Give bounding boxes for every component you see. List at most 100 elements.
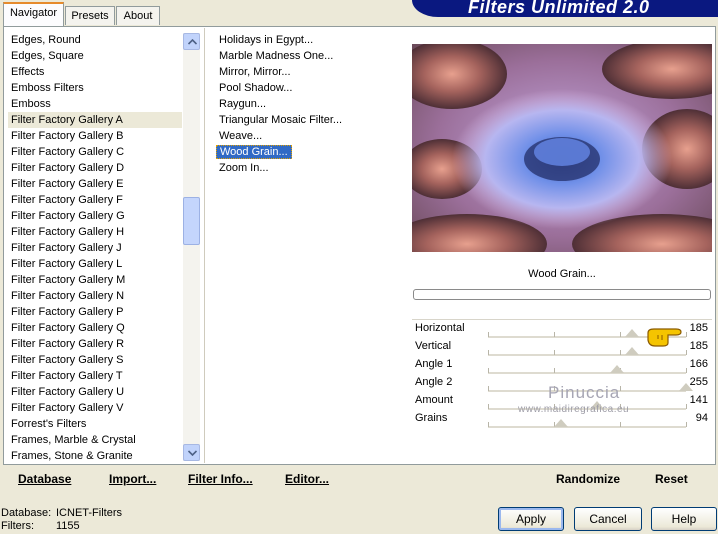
filter-item-label: Wood Grain... xyxy=(216,145,292,159)
category-item[interactable]: Edges, Round xyxy=(8,32,182,48)
category-item[interactable]: Filter Factory Gallery D xyxy=(8,160,182,176)
category-item[interactable]: Filter Factory Gallery L xyxy=(8,256,182,272)
tab-presets[interactable]: Presets xyxy=(65,6,115,25)
category-item[interactable]: Filter Factory Gallery J xyxy=(8,240,182,256)
category-item[interactable]: Filter Factory Gallery E xyxy=(8,176,182,192)
scroll-up-button[interactable] xyxy=(183,33,200,50)
slider-tick xyxy=(620,332,621,337)
slider-tick xyxy=(554,368,555,373)
slider-tick xyxy=(554,332,555,337)
category-list[interactable]: Edges, Round Edges, Square Effects Emboss F… xyxy=(8,32,182,464)
app-header-banner: Filters Unlimited 2.0 xyxy=(412,0,718,17)
param-slider-thumb[interactable] xyxy=(553,419,568,427)
slider-tick xyxy=(686,350,687,355)
filter-item[interactable]: Weave... xyxy=(216,128,406,144)
param-label: Amount xyxy=(415,394,453,406)
filter-list[interactable]: Holidays in Egypt... Marble Madness One..… xyxy=(216,32,406,176)
filter-item-label: Holidays in Egypt... xyxy=(219,34,314,46)
editor-button[interactable]: Editor... xyxy=(285,472,329,486)
category-item[interactable]: Filter Factory Gallery B xyxy=(8,128,182,144)
category-item[interactable]: Filter Factory Gallery G xyxy=(8,208,182,224)
category-item[interactable]: Frames, Stone & Granite xyxy=(8,448,182,464)
filter-item[interactable]: Zoom In... xyxy=(216,160,406,176)
category-item[interactable]: Filter Factory Gallery A xyxy=(8,112,182,128)
import-button[interactable]: Import... xyxy=(109,472,156,486)
filter-item[interactable]: Marble Madness One... xyxy=(216,48,406,64)
database-label: Database: xyxy=(1,507,52,519)
slider-tick xyxy=(686,368,687,373)
category-item[interactable]: Filter Factory Gallery T xyxy=(8,368,182,384)
category-item[interactable]: Filter Factory Gallery Q xyxy=(8,320,182,336)
category-item[interactable]: Edges, Square xyxy=(8,48,182,64)
filter-item[interactable]: Holidays in Egypt... xyxy=(216,32,406,48)
category-item[interactable]: Emboss xyxy=(8,96,182,112)
param-slider-track[interactable] xyxy=(488,426,686,428)
apply-button[interactable]: Apply xyxy=(498,507,564,531)
category-scrollbar[interactable] xyxy=(183,33,200,461)
filter-item-label: Pool Shadow... xyxy=(219,82,293,94)
chevron-up-icon xyxy=(188,39,197,45)
category-item[interactable]: Forrest's Filters xyxy=(8,416,182,432)
slider-tick xyxy=(488,386,489,391)
filter-info-button[interactable]: Filter Info... xyxy=(188,472,253,486)
filter-item[interactable]: Raygun... xyxy=(216,96,406,112)
filter-item-label: Mirror, Mirror... xyxy=(219,66,291,78)
category-item[interactable]: Filter Factory Gallery R xyxy=(8,336,182,352)
pointing-hand-icon xyxy=(647,328,682,347)
filter-item-label: Triangular Mosaic Filter... xyxy=(219,114,343,126)
help-button[interactable]: Help xyxy=(651,507,717,531)
category-item[interactable]: Emboss Filters xyxy=(8,80,182,96)
list-divider xyxy=(204,28,205,463)
param-label: Angle 1 xyxy=(415,358,453,370)
randomize-button[interactable]: Randomize xyxy=(556,472,620,486)
tab-navigator[interactable]: Navigator xyxy=(3,2,64,26)
category-item[interactable]: Filter Factory Gallery N xyxy=(8,288,182,304)
category-item[interactable]: Filter Factory Gallery M xyxy=(8,272,182,288)
database-button[interactable]: Database xyxy=(18,472,71,486)
slider-tick xyxy=(620,422,621,427)
selected-filter-name: Wood Grain... xyxy=(528,268,596,280)
filters-count-label: Filters: xyxy=(1,520,34,532)
filters-count-value: 1155 xyxy=(56,520,80,532)
category-item[interactable]: Filter Factory Gallery F xyxy=(8,192,182,208)
filter-item-label: Zoom In... xyxy=(219,162,269,174)
param-separator xyxy=(412,319,712,320)
tab-about[interactable]: About xyxy=(116,6,160,25)
category-item[interactable]: Effects xyxy=(8,64,182,80)
param-slider-thumb[interactable] xyxy=(624,347,639,355)
param-label: Angle 2 xyxy=(415,376,453,388)
param-value: 166 xyxy=(689,358,708,370)
filter-item-label: Marble Madness One... xyxy=(219,50,334,62)
filter-item[interactable]: Wood Grain... xyxy=(216,144,406,160)
category-item[interactable]: Frames, Marble & Crystal xyxy=(8,432,182,448)
category-item[interactable]: Filter Factory Gallery U xyxy=(8,384,182,400)
progress-bar xyxy=(413,289,711,300)
slider-tick xyxy=(620,350,621,355)
slider-tick xyxy=(488,350,489,355)
filter-preview-image xyxy=(412,44,712,252)
database-value: ICNET-Filters xyxy=(56,507,122,519)
slider-tick xyxy=(686,422,687,427)
scroll-down-button[interactable] xyxy=(183,444,200,461)
cancel-button[interactable]: Cancel xyxy=(574,507,642,531)
reset-button[interactable]: Reset xyxy=(655,472,688,486)
category-item[interactable]: Filter Factory Gallery S xyxy=(8,352,182,368)
scroll-thumb[interactable] xyxy=(183,197,200,245)
param-label: Grains xyxy=(415,412,448,424)
filter-item-label: Raygun... xyxy=(219,98,267,110)
param-slider-thumb[interactable] xyxy=(609,365,624,373)
param-value: 185 xyxy=(689,322,708,334)
category-item[interactable]: Filter Factory Gallery H xyxy=(8,224,182,240)
category-item[interactable]: Filter Factory Gallery C xyxy=(8,144,182,160)
param-slider-thumb[interactable] xyxy=(624,329,639,337)
app-title: Filters Unlimited 2.0 xyxy=(468,0,650,17)
chevron-down-icon xyxy=(188,450,197,456)
category-item[interactable]: Filter Factory Gallery P xyxy=(8,304,182,320)
param-value: 185 xyxy=(689,340,708,352)
filter-item[interactable]: Triangular Mosaic Filter... xyxy=(216,112,406,128)
filter-item[interactable]: Pool Shadow... xyxy=(216,80,406,96)
category-item[interactable]: Filter Factory Gallery V xyxy=(8,400,182,416)
param-label: Horizontal xyxy=(415,322,465,334)
filter-item[interactable]: Mirror, Mirror... xyxy=(216,64,406,80)
watermark-text: Pinuccia xyxy=(548,383,621,402)
